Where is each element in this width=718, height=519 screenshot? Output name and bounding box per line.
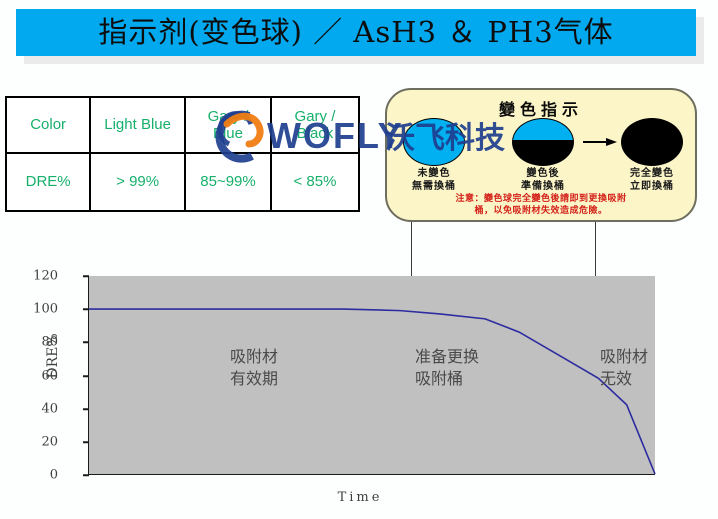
fully-changed-ball-icon: [621, 118, 683, 166]
y-tick-label: 120: [33, 268, 58, 284]
y-tick-label: 20: [41, 434, 58, 450]
indicator-ball-labels: 未變色 無需換桶 變色後 準備換桶 完全變色 立即換桶: [395, 168, 687, 194]
chart-x-axis-label: Time: [337, 490, 383, 505]
table-cell-dre-header: DRE%: [7, 154, 92, 210]
table-row: Color Light Blue Gary / Blue Gary / Blac…: [7, 98, 358, 154]
slide-root: 指示剂(变色球) ／ AsH3 ＆ PH3气体 Color Light Blue…: [0, 0, 718, 519]
color-dre-table: Color Light Blue Gary / Blue Gary / Blac…: [5, 96, 360, 212]
y-tick-label: 60: [41, 368, 58, 384]
title-banner: 指示剂(变色球) ／ AsH3 ＆ PH3气体: [16, 9, 696, 56]
y-tick-label: 80: [41, 334, 58, 350]
chart-plot-area: [88, 276, 655, 475]
ball-label-fully-changed: 完全變色 立即換桶: [630, 168, 674, 192]
callout-title: 變色指示: [498, 100, 583, 119]
y-tick-label: 40: [41, 401, 58, 417]
y-tick-label: 0: [49, 467, 58, 483]
callout-warning-text: 注意：變色球完全變色後請即到更換吸附 桶，以免吸附材失效造成危險。: [455, 194, 627, 216]
ball-label-unchanged: 未變色 無需換桶: [412, 168, 456, 192]
table-cell-gary-black: Gary / Black: [294, 107, 336, 142]
chart-y-axis-label: DRE%: [45, 333, 61, 379]
page-title: 指示剂(变色球) ／ AsH3 ＆ PH3气体: [98, 15, 614, 49]
table-row: DRE% > 99% 85~99% < 85%: [7, 154, 358, 210]
zone-label-ineffective: 吸附材 无效: [600, 349, 649, 388]
y-tick-label: 100: [33, 301, 58, 317]
zone-label-prepare-replace: 准备更换 吸附桶: [415, 349, 480, 388]
table-cell-gary-blue: Gary / Blue: [186, 98, 272, 152]
arrow-right-icon: [583, 138, 617, 147]
ball-label-half-changed: 變色後 準備換桶: [521, 168, 565, 192]
half-changed-ball-icon: [512, 118, 574, 166]
dre-time-chart: DRE% 120 100 80 60 40 20 0 Time: [30, 268, 690, 513]
color-change-callout: 變色指示 未變色 無需換桶 變色後 準備換桶 完全變色 立即換桶 注意：變色球完…: [385, 88, 697, 222]
dre-curve: [89, 276, 655, 474]
table-cell-color-header: Color: [7, 98, 92, 152]
table-cell-dre-85to99: 85~99%: [186, 154, 272, 210]
table-cell-dre-lt85: < 85%: [293, 173, 337, 191]
zone-label-effective-period: 吸附材 有效期: [230, 349, 279, 388]
indicator-ball-row: [395, 118, 687, 166]
table-cell-light-blue: Light Blue: [91, 98, 186, 152]
unchanged-ball-icon: [403, 118, 465, 166]
table-cell-dre-gt99: > 99%: [91, 154, 186, 210]
